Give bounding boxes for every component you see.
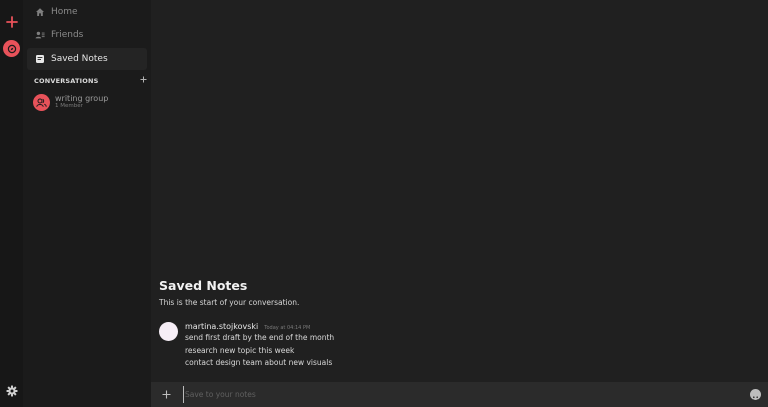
- gear-icon: [6, 385, 17, 396]
- message-line: send first draft by the end of the month: [185, 333, 335, 342]
- conversation-text: writing group 1 Member: [55, 94, 108, 110]
- note-icon: [35, 54, 45, 64]
- add-conversation-button[interactable]: [140, 76, 147, 86]
- message-timestamp: Today at 04:14 PM: [264, 325, 311, 331]
- smiley-icon: [752, 396, 759, 402]
- message-line: contact design team about new visuals: [185, 358, 333, 367]
- message-input[interactable]: [183, 386, 743, 403]
- conversation-name: writing group: [55, 94, 109, 103]
- group-icon: [36, 98, 47, 107]
- message-header: martina.stojkovski Today at 04:14 PM: [185, 322, 310, 331]
- friends-icon: [35, 30, 45, 40]
- chat-intro-text: This is the start of your conversation.: [159, 298, 300, 307]
- attach-button[interactable]: [160, 388, 173, 401]
- home-icon: [35, 7, 45, 17]
- app-window: Home Friends Saved Notes CONVERSATIONS w…: [0, 0, 768, 407]
- plus-icon: [5, 15, 18, 28]
- sidebar-item-saved-notes[interactable]: Saved Notes: [27, 48, 147, 70]
- settings-button[interactable]: [3, 382, 20, 399]
- sidebar-item-friends[interactable]: Friends: [27, 24, 147, 46]
- conversation-item[interactable]: writing group 1 Member: [33, 92, 147, 112]
- plus-icon: [140, 76, 147, 83]
- compass-icon: [7, 44, 16, 53]
- avatar[interactable]: [159, 322, 178, 341]
- chat-title: Saved Notes: [159, 278, 248, 293]
- conversations-header: CONVERSATIONS: [34, 76, 147, 86]
- group-avatar: [33, 93, 50, 111]
- message-composer: [151, 382, 768, 407]
- sidebar: Home Friends Saved Notes CONVERSATIONS w…: [23, 0, 151, 407]
- add-server-button[interactable]: [3, 13, 20, 30]
- message-author[interactable]: martina.stojkovski: [185, 322, 258, 331]
- explore-button[interactable]: [3, 40, 20, 57]
- server-rail: [0, 0, 23, 407]
- sidebar-item-label: Home: [51, 7, 78, 17]
- chat-area: Saved Notes This is the start of your co…: [151, 0, 768, 407]
- plus-icon: [162, 390, 171, 399]
- sidebar-item-label: Friends: [51, 30, 84, 40]
- sidebar-item-home[interactable]: Home: [27, 1, 147, 23]
- sidebar-item-label: Saved Notes: [51, 54, 108, 64]
- message-line: research new topic this week: [185, 346, 295, 355]
- conversations-title: CONVERSATIONS: [34, 77, 99, 85]
- conversation-member-count: 1 Member: [55, 103, 83, 109]
- message: martina.stojkovski Today at 04:14 PM sen…: [159, 321, 559, 371]
- emoji-button[interactable]: [750, 389, 761, 402]
